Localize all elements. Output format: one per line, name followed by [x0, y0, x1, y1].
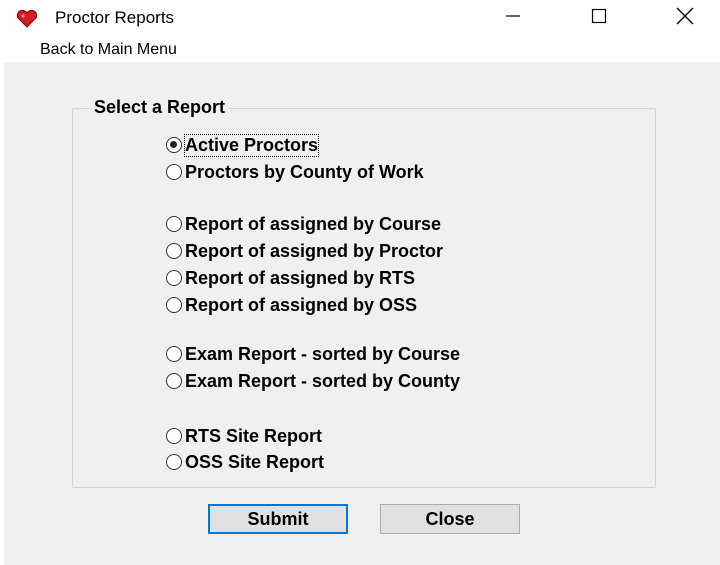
- close-icon: [676, 7, 694, 30]
- radio-label: RTS Site Report: [185, 425, 323, 446]
- maximize-button[interactable]: [576, 0, 622, 36]
- close-button[interactable]: Close: [380, 504, 520, 534]
- back-to-main-menu[interactable]: Back to Main Menu: [40, 41, 177, 59]
- close-window-button[interactable]: [662, 0, 708, 36]
- radio-label: Report of assigned by Proctor: [185, 240, 444, 261]
- window-title: Proctor Reports: [55, 8, 175, 27]
- radio-button[interactable]: [166, 297, 182, 313]
- radio-label: Active Proctors: [183, 133, 320, 157]
- minimize-button[interactable]: [490, 0, 536, 36]
- radio-oss-site-report[interactable]: OSS Site Report: [166, 450, 324, 474]
- radio-label: Report of assigned by OSS: [185, 294, 418, 315]
- radio-button[interactable]: [166, 243, 182, 259]
- radio-button[interactable]: [166, 137, 182, 153]
- radio-assigned-by-oss[interactable]: Report of assigned by OSS: [166, 293, 417, 317]
- radio-label: Proctors by County of Work: [185, 161, 424, 182]
- maximize-icon: [591, 8, 607, 29]
- radio-button[interactable]: [166, 216, 182, 232]
- radio-label: Report of assigned by Course: [185, 213, 442, 234]
- radio-button[interactable]: [166, 164, 182, 180]
- radio-button[interactable]: [166, 373, 182, 389]
- title-bar: Proctor Reports: [0, 0, 720, 36]
- radio-proctors-by-county[interactable]: Proctors by County of Work: [166, 160, 424, 184]
- radio-assigned-by-proctor[interactable]: Report of assigned by Proctor: [166, 239, 443, 263]
- radio-button[interactable]: [166, 428, 182, 444]
- radio-rts-site-report[interactable]: RTS Site Report: [166, 424, 322, 448]
- radio-assigned-by-rts[interactable]: Report of assigned by RTS: [166, 266, 415, 290]
- submit-button[interactable]: Submit: [208, 504, 348, 534]
- minimize-icon: [505, 8, 521, 29]
- radio-exam-by-county[interactable]: Exam Report - sorted by County: [166, 369, 460, 393]
- radio-label: Exam Report - sorted by County: [185, 370, 461, 391]
- radio-label: Report of assigned by RTS: [185, 267, 416, 288]
- radio-active-proctors[interactable]: Active Proctors: [166, 133, 320, 157]
- radio-button[interactable]: [166, 270, 182, 286]
- radio-exam-by-course[interactable]: Exam Report - sorted by Course: [166, 342, 460, 366]
- radio-button[interactable]: [166, 346, 182, 362]
- heart-icon: [16, 9, 38, 28]
- radio-button[interactable]: [166, 454, 182, 470]
- radio-assigned-by-course[interactable]: Report of assigned by Course: [166, 212, 441, 236]
- radio-label: OSS Site Report: [185, 451, 325, 472]
- groupbox-label: Select a Report: [90, 97, 230, 118]
- menu-bar: Back to Main Menu: [0, 36, 720, 64]
- radio-label: Exam Report - sorted by Course: [185, 343, 461, 364]
